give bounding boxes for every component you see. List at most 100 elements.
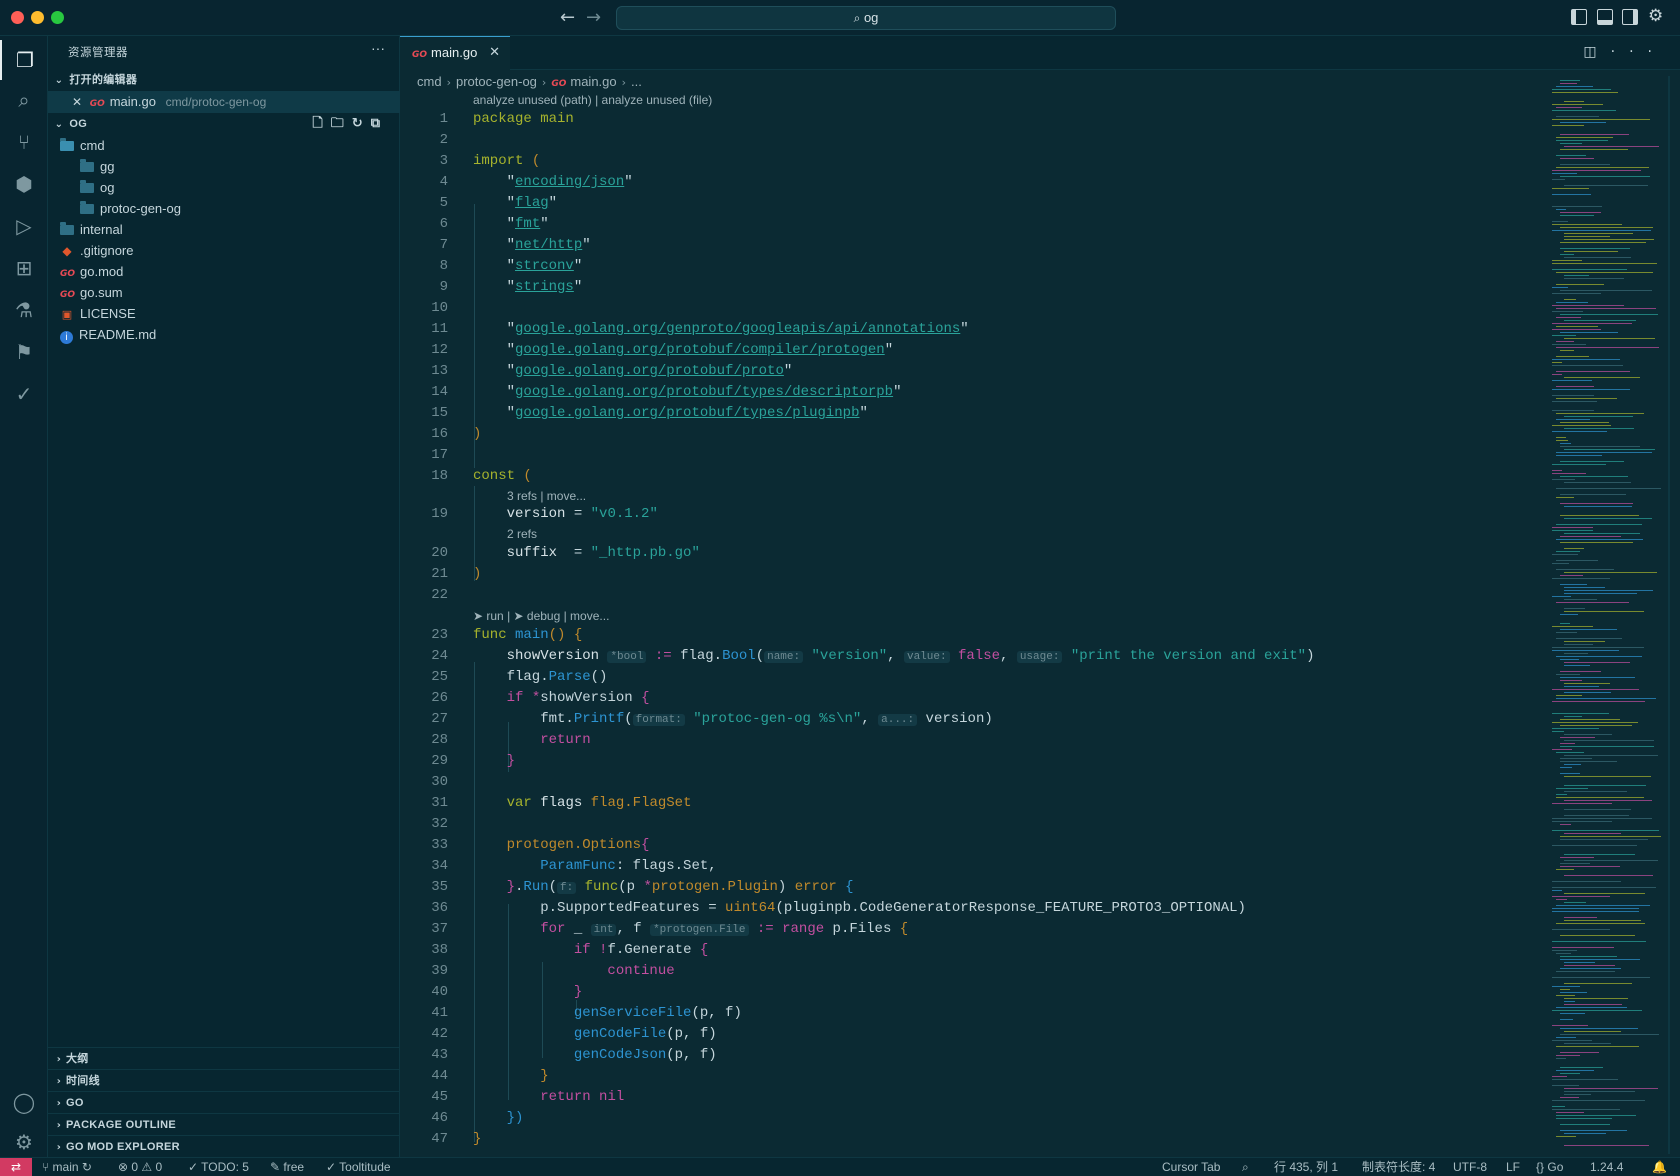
branch-indicator[interactable]: ⑂ main ↻ bbox=[42, 1158, 92, 1176]
section-go-mod-explorer[interactable]: › GO MOD EXPLORER bbox=[48, 1135, 400, 1157]
chevron-right-icon: › bbox=[56, 1120, 62, 1131]
open-editor-item[interactable]: ✕ GO main.go cmd/protoc-gen-og bbox=[48, 91, 400, 113]
split-editor-icon[interactable]: ◫ bbox=[1583, 44, 1610, 60]
forward-arrow-icon[interactable]: → bbox=[586, 7, 601, 28]
tree-item-gitignore[interactable]: ◆ .gitignore bbox=[48, 240, 400, 262]
minimap-line bbox=[1552, 260, 1582, 261]
zoom-icon[interactable]: ⌕ bbox=[1242, 1158, 1249, 1176]
breadcrumb-item[interactable]: protoc-gen-og bbox=[456, 74, 537, 89]
minimap-line bbox=[1556, 1115, 1636, 1116]
code-line: suffix = "_http.pb.go" bbox=[506, 545, 700, 561]
eol-indicator[interactable]: LF bbox=[1506, 1158, 1520, 1176]
section-package-outline[interactable]: › PACKAGE OUTLINE bbox=[48, 1113, 400, 1135]
cursor-tab-indicator[interactable]: Cursor Tab bbox=[1162, 1158, 1220, 1176]
code-lens-refs[interactable]: 2 refs bbox=[507, 527, 537, 541]
minimap-line bbox=[1560, 83, 1577, 84]
toggle-secondary-sidebar-icon[interactable] bbox=[1622, 9, 1638, 25]
minimap-line bbox=[1552, 374, 1562, 375]
minimap-line bbox=[1564, 1088, 1658, 1089]
section-timeline[interactable]: › 时间线 bbox=[48, 1069, 400, 1091]
packages-icon[interactable]: ⬢ bbox=[0, 164, 48, 204]
problems-indicator[interactable]: ⊗ 0 ⚠ 0 bbox=[118, 1158, 162, 1176]
minimap-line bbox=[1560, 575, 1583, 576]
section-outline[interactable]: › 大纲 bbox=[48, 1047, 400, 1069]
minimap-line bbox=[1552, 464, 1606, 465]
minimap-line bbox=[1556, 371, 1630, 372]
collapse-all-icon[interactable]: ⧉ bbox=[371, 116, 388, 131]
account-icon[interactable]: ◯ bbox=[0, 1082, 48, 1122]
minimap-line bbox=[1564, 833, 1621, 834]
explorer-icon[interactable]: ❐ bbox=[0, 40, 48, 80]
notifications-icon[interactable]: 🔔 bbox=[1652, 1158, 1667, 1176]
close-window-button[interactable] bbox=[11, 11, 24, 24]
tree-item-license[interactable]: ▣ LICENSE bbox=[48, 303, 400, 325]
line-number: 23 bbox=[431, 627, 448, 643]
minimap-line bbox=[1560, 1028, 1638, 1029]
tree-item-cmd[interactable]: cmd bbox=[48, 135, 400, 157]
command-center-search[interactable]: ⌕ og bbox=[616, 6, 1116, 30]
tree-item-gg[interactable]: gg bbox=[48, 156, 400, 178]
cursor-position[interactable]: 行 435, 列 1 bbox=[1274, 1158, 1338, 1176]
minimap-line bbox=[1560, 773, 1580, 774]
tab-size-indicator[interactable]: 制表符长度: 4 bbox=[1362, 1158, 1435, 1176]
testing-icon[interactable]: ⚗ bbox=[0, 290, 48, 330]
minimap-line bbox=[1552, 647, 1644, 648]
tooltitude-indicator[interactable]: ✓ Tooltitude bbox=[326, 1158, 391, 1176]
back-arrow-icon[interactable]: ← bbox=[560, 7, 575, 28]
maximize-window-button[interactable] bbox=[51, 11, 64, 24]
toggle-primary-sidebar-icon[interactable] bbox=[1571, 9, 1587, 25]
source-control-icon[interactable]: ⑂ bbox=[0, 122, 48, 162]
minimap-line bbox=[1560, 677, 1635, 678]
open-editors-header[interactable]: ⌄ 打开的编辑器 bbox=[48, 69, 400, 91]
bookmarks-icon[interactable]: ⚑ bbox=[0, 332, 48, 372]
code-lens-analyze[interactable]: analyze unused (path) | analyze unused (… bbox=[473, 93, 712, 107]
tree-item-go-sum[interactable]: GO go.sum bbox=[48, 282, 400, 304]
go-version-indicator[interactable]: 1.24.4 bbox=[1590, 1158, 1623, 1176]
free-indicator[interactable]: ✎ free bbox=[270, 1158, 304, 1176]
breadcrumb-item[interactable]: cmd bbox=[417, 74, 442, 89]
check-icon[interactable]: ✓ bbox=[0, 374, 48, 414]
line-number: 43 bbox=[431, 1047, 448, 1063]
minimap[interactable] bbox=[1552, 76, 1670, 1154]
more-actions-icon[interactable]: ··· bbox=[371, 40, 385, 56]
workspace-header[interactable]: ⌄ OG 🗋🗀↻⧉ bbox=[48, 113, 400, 135]
encoding-indicator[interactable]: UTF-8 bbox=[1453, 1158, 1487, 1176]
search-icon[interactable]: ⌕ bbox=[0, 80, 48, 120]
tab-main-go[interactable]: GO main.go ✕ bbox=[400, 36, 510, 70]
language-indicator[interactable]: {} Go bbox=[1536, 1158, 1563, 1176]
tree-item-readme[interactable]: i README.md bbox=[48, 324, 400, 346]
code-line: fmt.Printf(format: "protoc-gen-og %s\n",… bbox=[473, 711, 993, 727]
tree-item-go-mod[interactable]: GO go.mod bbox=[48, 261, 400, 283]
section-label: GO MOD EXPLORER bbox=[66, 1141, 180, 1153]
breadcrumb-item[interactable]: main.go bbox=[570, 74, 616, 89]
scrollbar[interactable] bbox=[1668, 76, 1670, 1154]
minimap-line bbox=[1564, 377, 1640, 378]
todo-indicator[interactable]: ✓ TODO: 5 bbox=[188, 1158, 249, 1176]
run-debug-icon[interactable]: ▷ bbox=[0, 206, 48, 246]
tree-item-protoc-gen-og[interactable]: protoc-gen-og bbox=[48, 198, 400, 220]
close-editor-icon[interactable]: ✕ bbox=[72, 95, 82, 109]
new-folder-icon[interactable]: 🗀 bbox=[331, 116, 352, 131]
code-line: } bbox=[573, 984, 583, 1000]
remote-indicator-icon[interactable]: ⇄ bbox=[0, 1158, 32, 1176]
minimap-line bbox=[1560, 80, 1580, 81]
code-lens-refs[interactable]: 3 refs | move... bbox=[507, 489, 586, 503]
close-icon[interactable]: ✕ bbox=[489, 37, 500, 69]
refresh-icon[interactable]: ↻ bbox=[352, 116, 371, 131]
tree-item-og[interactable]: og bbox=[48, 177, 400, 199]
minimap-line bbox=[1560, 719, 1620, 720]
code-lens-run-debug[interactable]: ➤ run | ➤ debug | move... bbox=[473, 609, 609, 623]
new-file-icon[interactable]: 🗋 bbox=[312, 116, 330, 131]
more-actions-icon[interactable]: ··· bbox=[1611, 44, 1666, 60]
minimap-line bbox=[1564, 533, 1640, 534]
breadcrumb-item[interactable]: ... bbox=[631, 74, 642, 89]
tree-item-internal[interactable]: internal bbox=[48, 219, 400, 241]
toggle-panel-icon[interactable] bbox=[1597, 9, 1613, 25]
settings-gear-icon[interactable]: ⚙ bbox=[0, 1122, 48, 1162]
minimap-line bbox=[1552, 311, 1583, 312]
minimize-window-button[interactable] bbox=[31, 11, 44, 24]
extensions-icon[interactable]: ⊞ bbox=[0, 248, 48, 288]
section-go[interactable]: › GO bbox=[48, 1091, 400, 1113]
folder-icon bbox=[60, 222, 74, 235]
customize-layout-icon[interactable]: ⚙ bbox=[1648, 6, 1663, 26]
